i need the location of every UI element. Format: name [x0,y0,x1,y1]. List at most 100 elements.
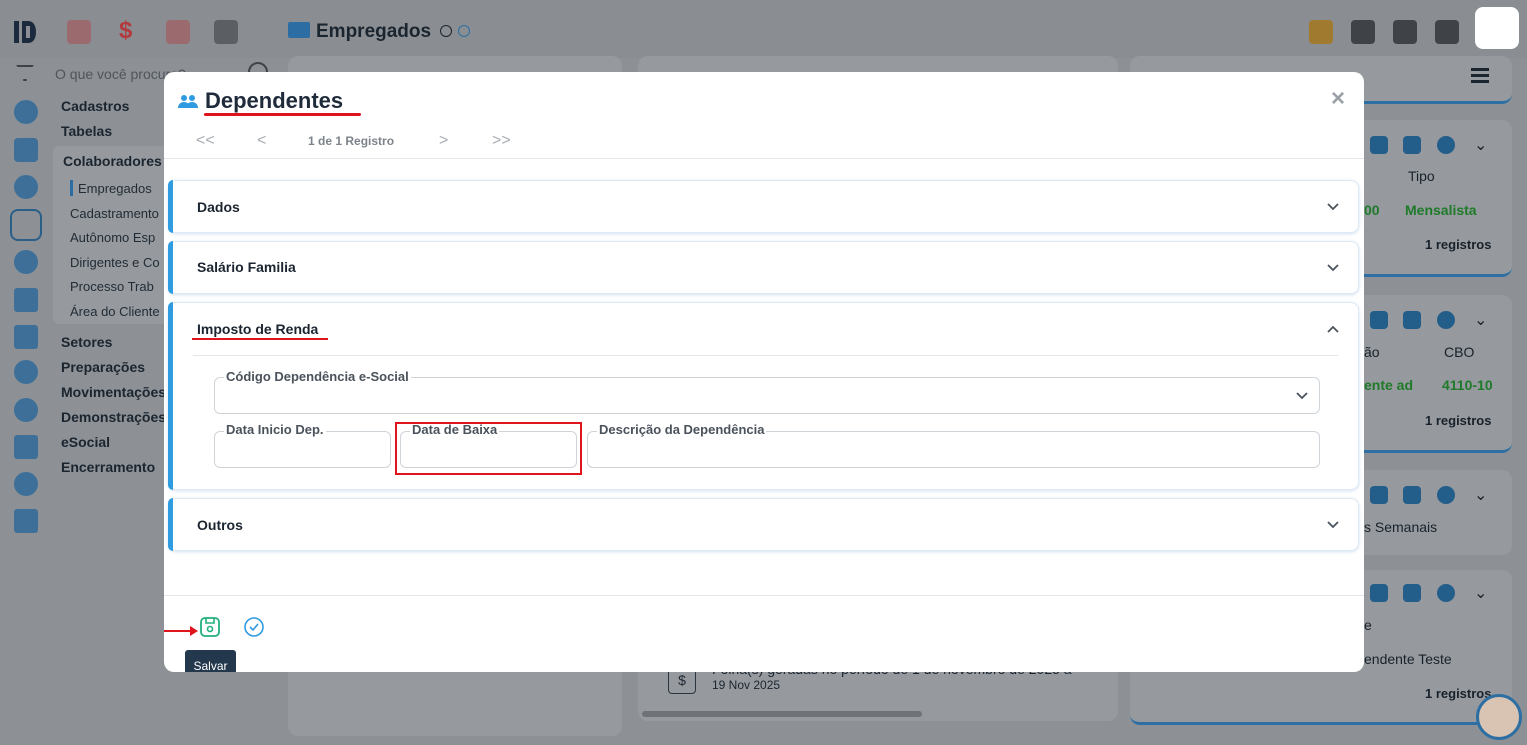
calculator-icon[interactable] [166,20,190,44]
records-count: 1 registros [1425,686,1492,701]
modal-title: Dependentes [205,88,344,113]
submenu-dirigentes[interactable]: Dirigentes e Co [70,255,160,270]
layers-icon[interactable] [14,435,38,459]
menu-esocial[interactable]: eSocial [61,434,110,450]
hamburger-icon[interactable] [1471,68,1489,71]
chevron-up-icon[interactable] [1326,322,1340,336]
filter-icon[interactable] [16,65,34,81]
records-count: 1 registros [1425,237,1492,252]
report-icon[interactable] [1370,486,1388,504]
dollar-icon[interactable]: $ [119,17,132,45]
menu-colaboradores[interactable]: Colaboradores [63,153,162,169]
network-icon[interactable] [14,360,38,384]
cell-00: 00 [1364,202,1380,218]
chevron-down-icon[interactable] [1326,200,1340,214]
add-icon[interactable] [1437,584,1455,602]
chevron-down-icon[interactable] [1295,389,1309,403]
home-icon[interactable] [14,509,38,533]
first-record-button[interactable]: << [196,132,215,150]
users-icon[interactable] [10,209,42,241]
section-outros-title[interactable]: Outros [197,517,243,533]
col-tipo: Tipo [1408,168,1435,184]
confirm-button[interactable] [243,616,265,638]
people-icon[interactable] [67,20,91,44]
sticky-note-icon[interactable] [1309,20,1333,44]
save-tooltip: Salvar [185,650,236,672]
graduation-cap-icon[interactable] [1435,20,1459,44]
report-icon[interactable] [1370,136,1388,154]
handshake-icon[interactable] [14,138,38,162]
section-salario-familia[interactable]: Salário Familia [168,241,1359,294]
app-logo [14,21,36,43]
money-bag-icon[interactable] [214,20,238,44]
prev-record-button[interactable]: < [257,132,266,150]
assistant-avatar[interactable] [1476,694,1522,740]
submenu-empregados[interactable]: Empregados [78,181,152,196]
calculator-grid-icon[interactable] [14,288,38,312]
codigo-dependencia-label: Código Dependência e-Social [224,369,411,384]
chevron-down-icon[interactable]: ⌄ [1474,310,1487,330]
menu-preparacoes[interactable]: Preparações [61,359,145,375]
header-divider [164,158,1364,159]
horizontal-scrollbar[interactable] [642,711,922,717]
annotation-arrow [164,626,198,636]
document-search-icon[interactable] [1393,20,1417,44]
last-record-button[interactable]: >> [492,132,511,150]
section-salario-familia-title[interactable]: Salário Familia [197,259,296,275]
list-icon[interactable] [1403,486,1421,504]
user-settings-icon[interactable] [14,100,38,124]
menu-setores[interactable]: Setores [61,334,112,350]
money-bag-sidebar-icon[interactable] [14,398,38,422]
chevron-down-icon[interactable] [1326,518,1340,532]
cell-e: e [1364,617,1372,633]
close-button[interactable]: × [1331,87,1345,111]
list-icon[interactable] [1403,584,1421,602]
top-bar: $ Empregados [0,0,1527,58]
list-icon[interactable] [1403,136,1421,154]
chevron-down-icon[interactable]: ⌄ [1474,583,1487,603]
arrows-up-icon[interactable] [14,325,38,349]
section-divider [193,355,1338,356]
add-icon[interactable] [1437,486,1455,504]
menu-movimentacoes[interactable]: Movimentações [61,384,166,400]
record-counter: 1 de 1 Registro [308,134,395,148]
save-button[interactable] [199,616,221,638]
submenu-cadastramento[interactable]: Cadastramento [70,206,159,221]
col-cbo: CBO [1444,344,1475,360]
submenu-processo[interactable]: Processo Trab [70,279,154,294]
menu-cadastros[interactable]: Cadastros [61,98,129,114]
cell-mensalista: Mensalista [1405,202,1477,218]
user-avatar-button[interactable] [1475,7,1519,49]
bell-icon[interactable] [1351,20,1375,44]
section-dados-title[interactable]: Dados [197,199,240,215]
menu-encerramento[interactable]: Encerramento [61,459,155,475]
add-icon[interactable] [1437,136,1455,154]
report-icon[interactable] [1370,584,1388,602]
dollar-circle-icon[interactable] [14,250,38,274]
clock-icon[interactable] [14,175,38,199]
menu-demonstracoes[interactable]: Demonstrações [61,409,166,425]
submenu-autonomo[interactable]: Autônomo Esp [70,230,155,245]
section-outros[interactable]: Outros [168,498,1359,551]
cell-cbo: 4110-10 [1442,377,1493,393]
col-ao: ão [1364,344,1380,360]
records-count: 1 registros [1425,413,1492,428]
section-accent-bar [168,302,173,490]
info-icon[interactable] [440,25,452,37]
report-icon[interactable] [1370,311,1388,329]
list-icon[interactable] [1403,311,1421,329]
chevron-down-icon[interactable]: ⌄ [1474,135,1487,155]
dependentes-modal: Dependentes × << < 1 de 1 Registro > >> … [164,72,1364,672]
next-record-button[interactable]: > [439,132,448,150]
submenu-area-cliente[interactable]: Área do Cliente [70,304,160,319]
section-imposto-renda-title[interactable]: Imposto de Renda [197,321,318,337]
chevron-down-icon[interactable] [1326,261,1340,275]
section-imposto-renda: Imposto de Renda Código Dependência e-So… [168,302,1359,490]
data-inicio-label: Data Inicio Dep. [224,422,326,437]
add-icon[interactable] [1437,311,1455,329]
section-dados[interactable]: Dados [168,180,1359,233]
menu-tabelas[interactable]: Tabelas [61,123,112,139]
help-icon[interactable] [458,25,470,37]
chevron-down-icon[interactable]: ⌄ [1474,485,1487,505]
search-icon[interactable] [14,472,38,496]
